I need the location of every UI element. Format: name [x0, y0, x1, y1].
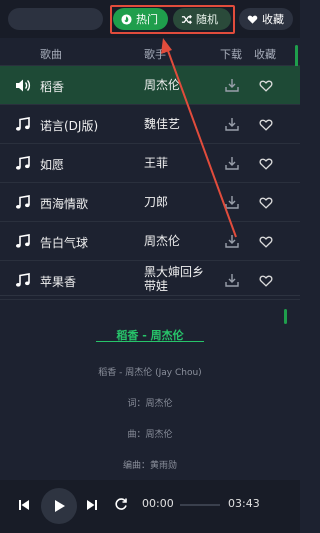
download-icon[interactable]	[225, 234, 239, 248]
song-artist: 黑大婶回乡 带娃	[144, 265, 219, 293]
column-header-artist: 歌手	[144, 48, 166, 61]
song-row[interactable]: 西海情歌 刀郎	[0, 183, 300, 222]
song-row[interactable]: 如愿 王菲	[0, 144, 300, 183]
song-title: 西海情歌	[40, 197, 89, 211]
heart-outline-icon[interactable]	[259, 157, 273, 170]
shuffle-icon	[181, 14, 192, 24]
song-artist-line: 带娃	[144, 279, 169, 293]
song-list: 稻香 周杰伦 诺言(DJ版) 魏佳艺 如愿 王菲 西海情歌 刀郎 告白气球 周杰…	[0, 66, 300, 300]
music-note-icon	[16, 273, 30, 287]
heart-outline-icon[interactable]	[259, 118, 273, 131]
song-artist: 魏佳艺	[144, 117, 181, 131]
hot-tab-button[interactable]: 热门	[113, 8, 168, 30]
song-artist: 王菲	[144, 156, 169, 170]
heart-icon	[247, 15, 258, 24]
lyric-line: 编曲：黄雨勋	[122, 461, 177, 471]
song-artist-line: 黑大婶回乡	[144, 265, 205, 279]
favorites-tab-button[interactable]: 收藏	[239, 8, 293, 30]
column-header-song: 歌曲	[40, 48, 62, 61]
song-title: 诺言(DJ版)	[40, 119, 99, 133]
lyrics-scrollbar[interactable]	[284, 309, 287, 324]
heart-outline-icon[interactable]	[259, 79, 273, 92]
hot-tab-label: 热门	[136, 13, 158, 26]
current-time: 00:00	[142, 497, 174, 510]
lyric-line: 词：周杰伦	[127, 399, 173, 409]
progress-bar[interactable]	[180, 504, 220, 506]
download-icon[interactable]	[225, 195, 239, 209]
music-note-icon	[16, 156, 30, 170]
song-artist: 刀郎	[144, 195, 169, 209]
speaker-icon	[16, 79, 31, 92]
song-title: 告白气球	[40, 236, 89, 250]
download-icon[interactable]	[225, 78, 239, 92]
fire-icon	[121, 13, 132, 25]
heart-outline-icon[interactable]	[259, 274, 273, 287]
random-tab-label: 随机	[196, 13, 218, 26]
song-artist: 周杰伦	[144, 78, 181, 92]
total-time: 03:43	[228, 497, 260, 510]
music-note-icon	[16, 117, 30, 131]
search-box[interactable]	[8, 8, 103, 30]
song-row[interactable]: 告白气球 周杰伦	[0, 222, 300, 261]
song-table-header: 歌曲 歌手 下载 收藏	[0, 38, 300, 66]
song-title: 如愿	[40, 158, 65, 172]
play-icon	[55, 500, 65, 512]
download-icon[interactable]	[225, 273, 239, 287]
lyric-line: 稻香 - 周杰伦 (Jay Chou)	[98, 368, 202, 378]
song-title: 稻香	[40, 80, 65, 94]
song-title: 苹果香	[40, 275, 77, 289]
music-note-icon	[16, 195, 30, 209]
repeat-icon[interactable]	[114, 497, 128, 511]
heart-outline-icon[interactable]	[259, 235, 273, 248]
top-bar: 热门 随机 收藏	[0, 0, 300, 38]
previous-track-icon[interactable]	[18, 499, 30, 511]
lyrics-panel: 稻香 - 周杰伦 稻香 - 周杰伦 (Jay Chou) 词：周杰伦 曲：周杰伦…	[0, 296, 300, 480]
play-button[interactable]	[41, 488, 77, 524]
song-row[interactable]: 稻香 周杰伦	[0, 66, 300, 105]
lyric-line: 曲：周杰伦	[127, 430, 173, 440]
song-row[interactable]: 诺言(DJ版) 魏佳艺	[0, 105, 300, 144]
music-note-icon	[16, 234, 30, 248]
column-header-download: 下载	[220, 48, 242, 61]
player-bar: 00:00 03:43	[0, 480, 300, 533]
lyrics-title-underline	[96, 341, 204, 342]
column-header-favorite: 收藏	[254, 48, 276, 61]
song-artist: 周杰伦	[144, 234, 181, 248]
favorites-tab-label: 收藏	[262, 13, 284, 26]
next-track-icon[interactable]	[86, 499, 98, 511]
random-tab-button[interactable]: 随机	[173, 8, 231, 30]
download-icon[interactable]	[225, 117, 239, 131]
heart-outline-icon[interactable]	[259, 196, 273, 209]
download-icon[interactable]	[225, 156, 239, 170]
